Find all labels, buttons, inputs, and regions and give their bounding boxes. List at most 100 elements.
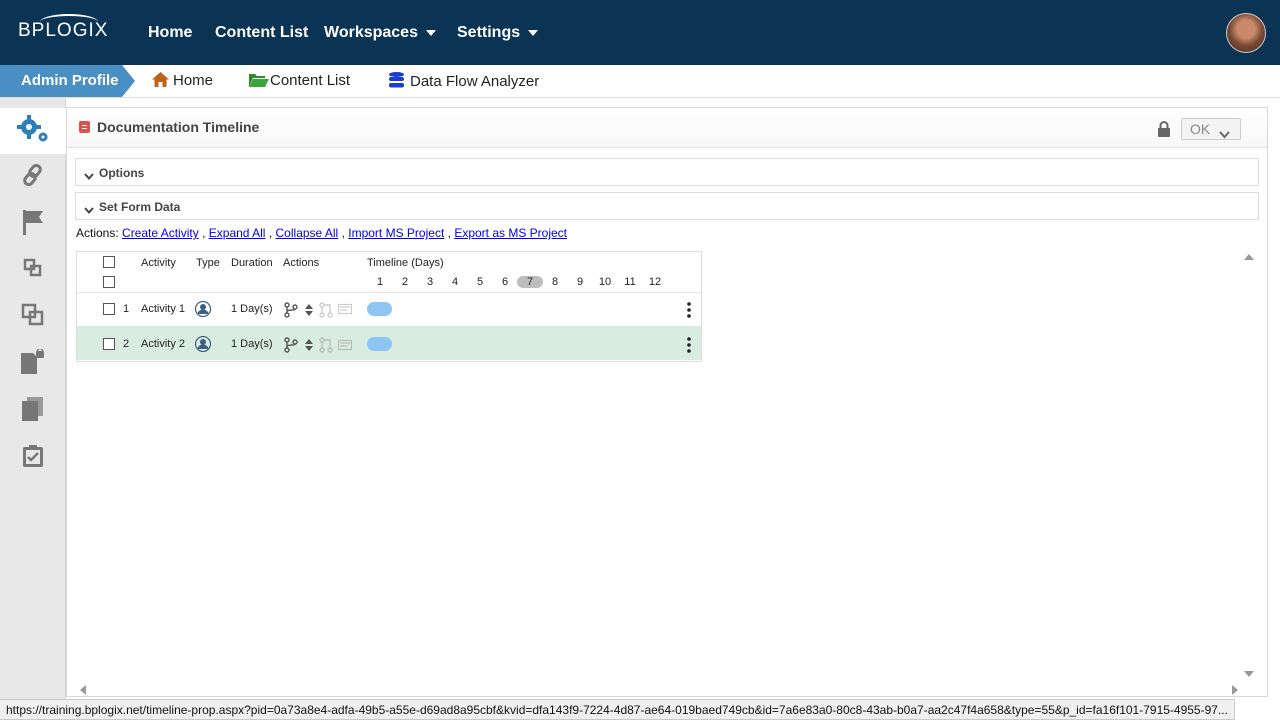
nav-content-list[interactable]: Content List xyxy=(215,24,308,42)
sidebar-tasks[interactable] xyxy=(0,435,66,481)
folder-open-icon xyxy=(249,73,269,91)
flag-icon xyxy=(22,209,44,240)
timeline-day-4: 4 xyxy=(451,276,459,288)
caret-down-icon xyxy=(528,29,539,36)
crumb-content-list[interactable]: Content List xyxy=(249,72,350,91)
user-task-icon xyxy=(194,335,212,357)
branch-icon[interactable] xyxy=(284,337,298,358)
caret-down-icon xyxy=(425,29,436,36)
crumb-content-list-label: Content List xyxy=(270,72,351,89)
timeline-day-9: 9 xyxy=(576,276,584,288)
logo-arc xyxy=(40,14,98,30)
header-duration: Duration xyxy=(231,257,273,269)
activity-name[interactable]: Activity 2 xyxy=(141,338,185,350)
row-checkbox[interactable] xyxy=(103,303,115,315)
nav-home-label: Home xyxy=(148,24,193,41)
lock-icon[interactable] xyxy=(1157,121,1171,142)
timeline-day-3: 3 xyxy=(426,276,434,288)
crumb-data-flow-label: Data Flow Analyzer xyxy=(410,73,540,90)
header-actions: Actions xyxy=(283,257,320,269)
more-options-icon[interactable] xyxy=(687,302,691,323)
timeline-day-7: 7 xyxy=(517,276,543,288)
gears-icon xyxy=(16,114,50,149)
sidebar-links[interactable] xyxy=(0,154,66,200)
header-timeline: Timeline (Days) xyxy=(367,257,444,269)
admin-profile-crumb[interactable]: Admin Profile xyxy=(0,65,122,97)
user-avatar[interactable] xyxy=(1226,13,1266,53)
timeline-day-10: 10 xyxy=(598,276,612,288)
crumb-home[interactable]: Home xyxy=(152,72,213,91)
timeline-grid: Activity Type Duration Actions Timeline … xyxy=(76,251,702,362)
chevron-down-icon xyxy=(84,202,94,220)
options-section[interactable]: Options xyxy=(75,158,1259,186)
copy-icon xyxy=(21,303,45,332)
row-number: 2 xyxy=(123,338,130,350)
top-nav: BPLOGIX Home Content List Workspaces Set… xyxy=(0,0,1280,65)
scroll-down-arrow[interactable] xyxy=(1244,671,1254,677)
collapse-all-link[interactable]: Collapse All xyxy=(276,226,339,240)
scroll-up-arrow[interactable] xyxy=(1244,254,1254,260)
nav-settings[interactable]: Settings xyxy=(457,24,539,42)
expand-all-link[interactable]: Expand All xyxy=(209,226,266,240)
table-row[interactable]: 2 Activity 2 1 Day(s) xyxy=(77,326,701,360)
database-icon xyxy=(389,72,404,92)
sidebar-flags[interactable] xyxy=(0,201,66,247)
actions-separator: , xyxy=(202,226,206,240)
activity-name[interactable]: Activity 1 xyxy=(141,303,185,315)
create-activity-link[interactable]: Create Activity xyxy=(122,226,199,240)
timeline-day-12: 12 xyxy=(648,276,662,288)
timeline-day-1: 1 xyxy=(376,276,384,288)
left-sidebar xyxy=(0,98,66,720)
import-ms-project-link[interactable]: Import MS Project xyxy=(348,226,444,240)
email-icon xyxy=(337,302,353,320)
branch-icon[interactable] xyxy=(284,302,298,323)
timeline-bar[interactable] xyxy=(367,337,392,351)
move-updown-icon[interactable] xyxy=(304,337,314,358)
chevron-down-icon xyxy=(1219,124,1230,144)
form-icon xyxy=(79,121,90,133)
ok-button[interactable]: OK xyxy=(1181,118,1241,140)
activity-duration: 1 Day(s) xyxy=(231,338,273,350)
crumb-data-flow-analyzer[interactable]: Data Flow Analyzer xyxy=(389,72,539,92)
table-row[interactable]: 1 Activity 1 1 Day(s) xyxy=(77,292,701,326)
sidebar-copies[interactable] xyxy=(0,294,66,340)
locked-document-icon xyxy=(20,347,46,380)
actions-prefix: Actions: xyxy=(76,226,119,240)
subform-icon xyxy=(23,258,43,283)
select-all-checkbox[interactable] xyxy=(103,256,115,268)
nav-settings-label: Settings xyxy=(457,24,521,41)
home-icon xyxy=(152,72,169,91)
sidebar-subforms[interactable] xyxy=(0,247,66,293)
sidebar-locked-docs[interactable] xyxy=(0,341,66,387)
nav-home[interactable]: Home xyxy=(148,24,192,42)
dependency-icon xyxy=(319,337,333,358)
set-form-data-label: Set Form Data xyxy=(99,200,181,214)
timeline-bar[interactable] xyxy=(367,302,392,316)
scroll-left-arrow[interactable] xyxy=(80,685,86,695)
options-label: Options xyxy=(99,166,145,180)
checklist-icon xyxy=(22,444,44,473)
dependency-icon xyxy=(319,302,333,323)
actions-separator: , xyxy=(341,226,345,240)
documents-icon xyxy=(21,396,45,427)
sidebar-documents[interactable] xyxy=(0,388,66,434)
nav-content-list-label: Content List xyxy=(215,24,309,41)
move-updown-icon[interactable] xyxy=(304,302,314,323)
scroll-right-arrow[interactable] xyxy=(1232,685,1238,695)
timeline-day-8: 8 xyxy=(551,276,559,288)
crumb-home-label: Home xyxy=(173,72,214,89)
activity-duration: 1 Day(s) xyxy=(231,303,273,315)
sidebar-settings[interactable] xyxy=(0,108,66,154)
header-row-checkbox[interactable] xyxy=(103,276,115,288)
user-task-icon xyxy=(194,300,212,322)
export-ms-project-link[interactable]: Export as MS Project xyxy=(454,226,567,240)
bplogix-logo[interactable]: BPLOGIX xyxy=(18,14,108,42)
more-options-icon[interactable] xyxy=(687,337,691,358)
status-bar-url: https://training.bplogix.net/timeline-pr… xyxy=(0,699,1235,720)
set-form-data-section[interactable]: Set Form Data xyxy=(75,192,1259,220)
admin-profile-arrow xyxy=(122,65,135,97)
nav-workspaces[interactable]: Workspaces xyxy=(324,24,436,42)
header-type: Type xyxy=(196,257,220,269)
breadcrumb-bar: Admin Profile Home Content List Data Flo… xyxy=(0,65,1280,98)
row-checkbox[interactable] xyxy=(103,338,115,350)
